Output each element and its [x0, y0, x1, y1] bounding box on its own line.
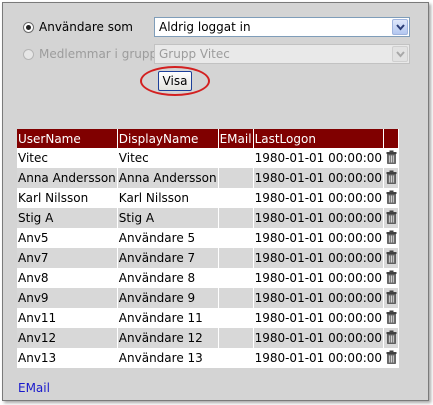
show-button[interactable]: Visa — [158, 71, 192, 91]
cell-email — [218, 308, 254, 328]
cell-lastlogon: 1980-01-01 00:00:00 — [253, 328, 385, 348]
cell-email — [218, 328, 254, 348]
cell-username: Anna Andersson — [17, 168, 118, 188]
table-row[interactable]: Anv8 Användare 8 1980-01-01 00:00:00 — [17, 268, 400, 288]
trash-icon[interactable] — [383, 168, 400, 188]
cell-displayname: Stig A — [117, 208, 219, 228]
cell-email — [218, 208, 254, 228]
cell-username: Anv5 — [17, 228, 118, 248]
table-row[interactable]: Vitec Vitec 1980-01-01 00:00:00 — [17, 148, 400, 168]
cell-email — [218, 148, 254, 168]
cell-displayname: Användare 11 — [117, 308, 219, 328]
cell-lastlogon: 1980-01-01 00:00:00 — [253, 268, 385, 288]
trash-icon[interactable] — [383, 208, 400, 228]
cell-username: Anv11 — [17, 308, 118, 328]
members-radio-label: Medlemmar i grupp — [39, 47, 158, 61]
cell-lastlogon: 1980-01-01 00:00:00 — [253, 348, 385, 368]
users-radio[interactable] — [23, 22, 34, 33]
trash-icon[interactable] — [383, 328, 400, 348]
cell-username: Vitec — [17, 148, 118, 168]
table-row[interactable]: Anv7 Användare 7 1980-01-01 00:00:00 — [17, 248, 400, 268]
users-table: UserName DisplayName EMail LastLogon Vit… — [17, 129, 400, 368]
cell-displayname: Användare 7 — [117, 248, 219, 268]
cell-lastlogon: 1980-01-01 00:00:00 — [253, 168, 385, 188]
trash-icon[interactable] — [383, 308, 400, 328]
cell-displayname: Karl Nilsson — [117, 188, 219, 208]
cell-displayname: Användare 5 — [117, 228, 219, 248]
users-criteria-select[interactable]: Aldrig loggat in — [154, 17, 410, 37]
cell-email — [218, 288, 254, 308]
cell-email — [218, 168, 254, 188]
trash-icon[interactable] — [383, 188, 400, 208]
group-select-value: Grupp Vitec — [159, 47, 230, 61]
trash-icon[interactable] — [383, 288, 400, 308]
cell-lastlogon: 1980-01-01 00:00:00 — [253, 148, 385, 168]
users-criteria-value: Aldrig loggat in — [159, 20, 251, 34]
cell-username: Anv7 — [17, 248, 118, 268]
column-header-actions — [383, 129, 400, 148]
trash-icon[interactable] — [383, 248, 400, 268]
table-row[interactable]: Anv12 Användare 12 1980-01-01 00:00:00 — [17, 328, 400, 348]
trash-icon[interactable] — [383, 268, 400, 288]
table-row[interactable]: Stig A Stig A 1980-01-01 00:00:00 — [17, 208, 400, 228]
column-header-displayname[interactable]: DisplayName — [117, 129, 219, 148]
table-row[interactable]: Anv9 Användare 9 1980-01-01 00:00:00 — [17, 288, 400, 308]
group-select[interactable]: Grupp Vitec — [154, 44, 410, 64]
table-row[interactable]: Karl Nilsson Karl Nilsson 1980-01-01 00:00… — [17, 188, 400, 208]
cell-email — [218, 228, 254, 248]
dialog-frame: Användare som Aldrig loggat in Medlemmar… — [2, 2, 429, 401]
cell-lastlogon: 1980-01-01 00:00:00 — [253, 248, 385, 268]
table-header-row: UserName DisplayName EMail LastLogon — [17, 129, 400, 148]
cell-email — [218, 248, 254, 268]
cell-username: Karl Nilsson — [17, 188, 118, 208]
trash-icon[interactable] — [383, 348, 400, 368]
users-radio-label: Användare som — [39, 20, 133, 34]
cell-username: Anv12 — [17, 328, 118, 348]
cell-displayname: Användare 9 — [117, 288, 219, 308]
table-row[interactable]: Anv13 Användare 13 1980-01-01 00:00:00 — [17, 348, 400, 368]
cell-displayname: Användare 8 — [117, 268, 219, 288]
cell-username: Anv8 — [17, 268, 118, 288]
chevron-down-icon[interactable] — [392, 46, 408, 62]
table-row[interactable]: Anv5 Användare 5 1980-01-01 00:00:00 — [17, 228, 400, 248]
members-radio[interactable] — [23, 49, 34, 60]
cell-username: Anv9 — [17, 288, 118, 308]
cell-email — [218, 268, 254, 288]
cell-displayname: Användare 12 — [117, 328, 219, 348]
column-header-lastlogon[interactable]: LastLogon — [253, 129, 385, 148]
cell-lastlogon: 1980-01-01 00:00:00 — [253, 208, 385, 228]
cell-lastlogon: 1980-01-01 00:00:00 — [253, 228, 385, 248]
table-row[interactable]: Anv11 Användare 11 1980-01-01 00:00:00 — [17, 308, 400, 328]
cell-lastlogon: 1980-01-01 00:00:00 — [253, 188, 385, 208]
table-row[interactable]: Anna Andersson Anna Andersson 1980-01-01 0… — [17, 168, 400, 188]
cell-lastlogon: 1980-01-01 00:00:00 — [253, 288, 385, 308]
cell-username: Anv13 — [17, 348, 118, 368]
trash-icon[interactable] — [383, 148, 400, 168]
email-link[interactable]: EMail — [18, 381, 50, 395]
column-header-email[interactable]: EMail — [218, 129, 254, 148]
cell-username: Stig A — [17, 208, 118, 228]
cell-lastlogon: 1980-01-01 00:00:00 — [253, 308, 385, 328]
cell-displayname: Anna Andersson — [117, 168, 219, 188]
column-header-username[interactable]: UserName — [17, 129, 118, 148]
cell-email — [218, 188, 254, 208]
chevron-down-icon[interactable] — [392, 19, 408, 35]
cell-email — [218, 348, 254, 368]
cell-displayname: Vitec — [117, 148, 219, 168]
trash-icon[interactable] — [383, 228, 400, 248]
cell-displayname: Användare 13 — [117, 348, 219, 368]
